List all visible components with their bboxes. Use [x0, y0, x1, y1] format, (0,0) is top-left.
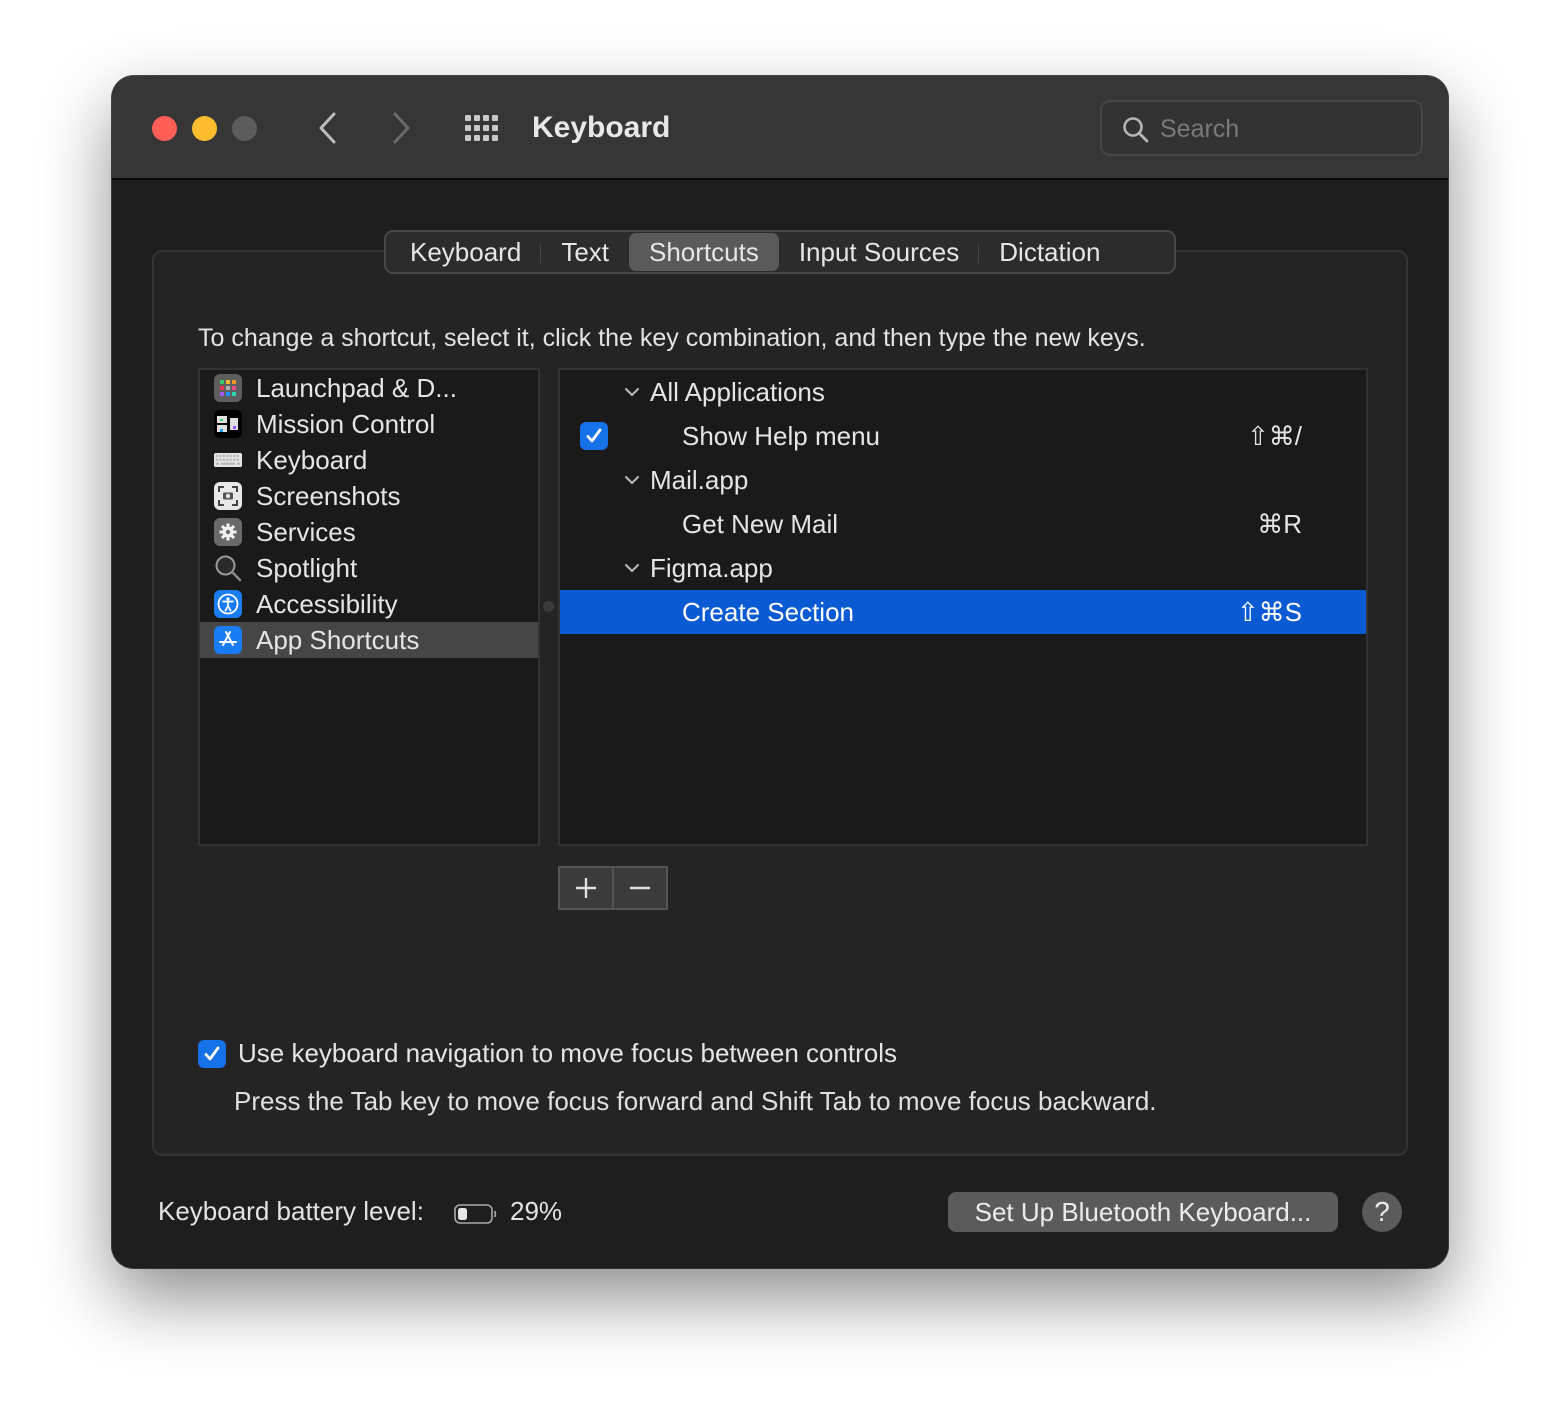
category-app-shortcuts[interactable]: App Shortcuts [200, 622, 538, 658]
chevron-down-icon[interactable] [624, 558, 640, 578]
category-list[interactable]: Launchpad & D... Mission Control Keyboar… [198, 368, 540, 846]
category-label: Keyboard [256, 444, 368, 475]
tab-bar: Keyboard Text Shortcuts Input Sources Di… [384, 230, 1176, 274]
group-label: All Applications [650, 376, 825, 407]
group-label: Figma.app [650, 552, 773, 583]
grid-dot [492, 135, 498, 141]
setup-bluetooth-keyboard-button[interactable]: Set Up Bluetooth Keyboard... [948, 1192, 1338, 1232]
category-keyboard[interactable]: Keyboard [200, 442, 538, 478]
grid-dot [483, 125, 489, 131]
keyboard-preferences-window: Keyboard Keyboard Text Shortcuts Input S… [112, 76, 1448, 1268]
mission-control-icon [214, 410, 242, 438]
app-store-icon [214, 626, 242, 654]
group-row-mail[interactable]: Mail.app [560, 458, 1366, 502]
battery-icon [454, 1204, 497, 1224]
add-shortcut-button[interactable] [560, 868, 614, 908]
add-remove-control [558, 866, 668, 910]
screenshot-icon [214, 482, 242, 510]
category-accessibility[interactable]: Accessibility [200, 586, 538, 622]
shortcut-label: Get New Mail [682, 508, 839, 539]
show-all-grid-button[interactable] [462, 112, 502, 144]
title-bar: Keyboard [112, 76, 1448, 180]
chevron-down-icon[interactable] [624, 382, 640, 402]
battery-percentage: 29% [510, 1196, 563, 1226]
accessibility-icon [214, 590, 242, 618]
category-spotlight[interactable]: Spotlight [200, 550, 538, 586]
remove-shortcut-button[interactable] [614, 868, 666, 908]
tab-keyboard[interactable]: Keyboard [390, 233, 542, 271]
grid-dot [474, 115, 480, 121]
category-label: Screenshots [256, 480, 401, 511]
category-label: Mission Control [256, 408, 436, 439]
checkmark-icon [586, 428, 602, 443]
shortcut-keys[interactable]: ⇧⌘/ [1247, 421, 1302, 452]
close-button[interactable] [152, 116, 177, 141]
grid-dot [474, 135, 480, 141]
search-input[interactable] [1160, 112, 1410, 146]
grid-dot [492, 115, 498, 121]
shortcut-row-selected[interactable]: Create Section ⇧⌘S [560, 590, 1366, 634]
group-label: Mail.app [650, 464, 749, 495]
tab-input-sources[interactable]: Input Sources [779, 233, 980, 271]
grid-dot [483, 115, 489, 121]
launchpad-icon [214, 374, 242, 402]
grid-dot [492, 125, 498, 131]
category-label: Accessibility [256, 588, 398, 619]
chevron-right-icon [393, 112, 410, 144]
keyboard-navigation-checkbox[interactable] [198, 1039, 226, 1068]
category-label: Launchpad & D... [256, 372, 457, 403]
chevron-down-icon[interactable] [624, 470, 640, 490]
category-label: App Shortcuts [256, 624, 420, 655]
minimize-button[interactable] [192, 116, 217, 141]
tab-text[interactable]: Text [541, 233, 629, 271]
tab-dictation[interactable]: Dictation [979, 233, 1120, 271]
grid-dot [465, 115, 471, 121]
battery-label: Keyboard battery level: [158, 1196, 424, 1226]
search-field[interactable] [1100, 100, 1423, 156]
grid-dot [483, 135, 489, 141]
window-title: Keyboard [532, 111, 671, 144]
keyboard-navigation-option[interactable]: Use keyboard navigation to move focus be… [198, 1038, 897, 1069]
forward-button[interactable] [382, 106, 422, 150]
minus-icon [630, 886, 650, 890]
chevron-left-icon [319, 112, 336, 144]
keyboard-icon [214, 446, 242, 474]
instruction-text: To change a shortcut, select it, click t… [198, 324, 1146, 352]
category-label: Services [256, 516, 356, 547]
category-label: Spotlight [256, 552, 358, 583]
category-screenshots[interactable]: Screenshots [200, 478, 538, 514]
shortcut-list[interactable]: All Applications Show Help menu ⇧⌘/ Mail… [558, 368, 1368, 846]
help-button[interactable]: ? [1362, 1192, 1402, 1232]
shortcut-label: Show Help menu [682, 420, 880, 451]
category-launchpad[interactable]: Launchpad & D... [200, 370, 538, 406]
back-button[interactable] [307, 106, 347, 150]
group-row-all-applications[interactable]: All Applications [560, 370, 1366, 414]
group-row-figma[interactable]: Figma.app [560, 546, 1366, 590]
grid-dot [465, 125, 471, 131]
shortcut-row[interactable]: Get New Mail ⌘R [560, 502, 1366, 546]
battery-level-fill [458, 1208, 467, 1220]
shortcut-keys[interactable]: ⇧⌘S [1237, 597, 1302, 628]
checkmark-icon [204, 1046, 220, 1060]
category-mission-control[interactable]: Mission Control [200, 406, 538, 442]
tab-shortcuts[interactable]: Shortcuts [629, 233, 779, 271]
magnifier-icon [214, 554, 242, 582]
enabled-checkbox[interactable] [580, 422, 608, 450]
grid-dot [465, 135, 471, 141]
grid-dot [474, 125, 480, 131]
search-icon [1123, 117, 1149, 143]
zoom-button[interactable] [232, 116, 257, 141]
shortcut-label: Create Section [682, 596, 854, 627]
plus-icon [576, 878, 596, 898]
category-services[interactable]: Services [200, 514, 538, 550]
keyboard-navigation-help: Press the Tab key to move focus forward … [234, 1086, 1157, 1116]
keyboard-navigation-label: Use keyboard navigation to move focus be… [238, 1038, 898, 1068]
gear-icon [214, 518, 242, 546]
shortcut-row[interactable]: Show Help menu ⇧⌘/ [560, 414, 1366, 458]
split-view-handle[interactable] [543, 601, 554, 612]
shortcut-keys[interactable]: ⌘R [1257, 509, 1302, 540]
